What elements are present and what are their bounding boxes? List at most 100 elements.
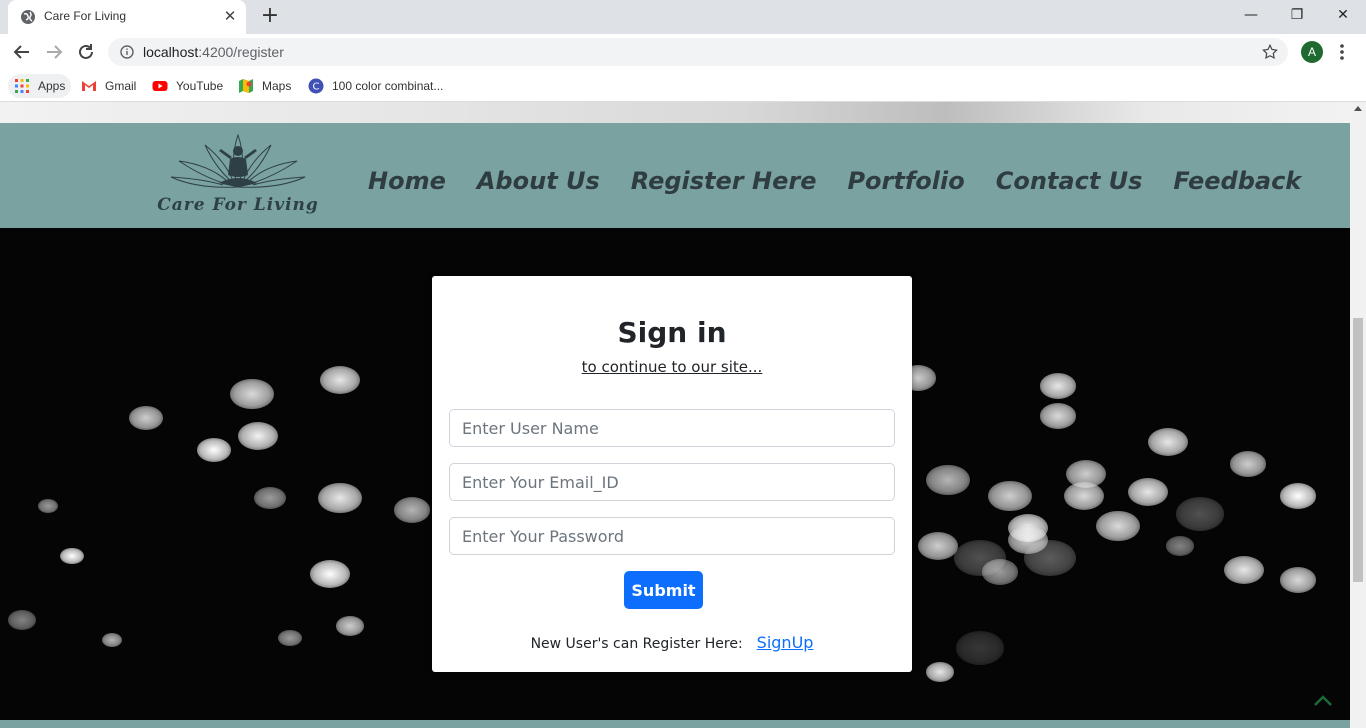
- browser-tabstrip: Care For Living ✕ + — ❐ ✕: [0, 0, 1366, 34]
- bokeh-light: [394, 497, 430, 523]
- bokeh-light: [238, 422, 278, 450]
- bokeh-light: [102, 633, 122, 647]
- password-input[interactable]: [449, 517, 895, 555]
- bokeh-light: [310, 560, 350, 588]
- bokeh-light: [1024, 539, 1076, 577]
- bokeh-light: [1166, 536, 1194, 556]
- bokeh-light: [1096, 510, 1140, 542]
- site-logo[interactable]: Care For Living: [157, 131, 319, 221]
- bookmark-apps[interactable]: Apps: [8, 74, 72, 98]
- forward-arrow-icon[interactable]: [42, 40, 66, 64]
- nav-about-us[interactable]: About Us: [477, 167, 600, 195]
- footer-strip: [0, 720, 1350, 728]
- submit-button[interactable]: Submit: [624, 571, 703, 609]
- username-input[interactable]: [449, 409, 895, 447]
- bokeh-light: [1064, 482, 1104, 510]
- nav-home[interactable]: Home: [368, 167, 446, 195]
- bookmark-star-icon[interactable]: [1261, 43, 1279, 61]
- bokeh-light: [254, 486, 286, 510]
- bokeh-light: [988, 480, 1032, 512]
- url-host: localhost: [143, 44, 199, 60]
- minimize-button[interactable]: —: [1228, 0, 1274, 30]
- nav-register-here[interactable]: Register Here: [631, 167, 817, 195]
- bokeh-light: [320, 366, 360, 394]
- browser-tab[interactable]: Care For Living ✕: [8, 0, 246, 34]
- more-menu-icon[interactable]: [1336, 42, 1348, 62]
- bokeh-light: [1280, 567, 1316, 593]
- bokeh-light: [918, 532, 958, 560]
- bokeh-light: [1280, 483, 1316, 509]
- bokeh-light: [1230, 451, 1266, 477]
- bokeh-light: [336, 616, 364, 636]
- bokeh-light: [38, 499, 58, 513]
- bokeh-light: [8, 610, 36, 630]
- signin-card: Sign in to continue to our site... Submi…: [432, 276, 912, 672]
- url-text: localhost:4200/register: [143, 44, 284, 60]
- youtube-icon: [152, 81, 168, 91]
- logo-text: Care For Living: [157, 195, 319, 215]
- bookmark-label: Maps: [262, 79, 292, 93]
- page-viewport: Care For Living Home About Us Register H…: [0, 102, 1350, 728]
- profile-avatar[interactable]: A: [1301, 41, 1323, 63]
- chevron-up-icon[interactable]: [1312, 692, 1334, 708]
- bookmarks-bar: Apps Gmail YouTube Maps C 100 color comb…: [0, 70, 1366, 102]
- bokeh-light: [60, 547, 84, 565]
- bokeh-light: [230, 378, 274, 410]
- bookmark-label: Apps: [38, 79, 66, 93]
- header-banner-strip: [0, 102, 1350, 123]
- bokeh-light: [1040, 373, 1076, 399]
- bokeh-light: [926, 662, 954, 682]
- main-navigation: Home About Us Register Here Portfolio Co…: [368, 167, 1332, 195]
- signin-subtitle: to continue to our site...: [581, 358, 763, 376]
- browser-toolbar: localhost:4200/register A: [0, 34, 1366, 70]
- c-favicon-icon: C: [308, 78, 324, 94]
- bokeh-light: [278, 629, 302, 647]
- bokeh-light: [1040, 403, 1076, 429]
- bokeh-light: [197, 438, 231, 462]
- bookmark-label: YouTube: [176, 79, 224, 93]
- svg-text:C: C: [313, 82, 320, 93]
- bookmark-gmail[interactable]: Gmail: [81, 74, 136, 98]
- register-prompt-line: New User's can Register Here: SignUp: [432, 633, 912, 652]
- site-navbar: Care For Living Home About Us Register H…: [0, 123, 1350, 228]
- bokeh-light: [1176, 497, 1224, 531]
- nav-feedback[interactable]: Feedback: [1173, 167, 1301, 195]
- scroll-thumb[interactable]: [1353, 318, 1363, 582]
- bookmark-label: Gmail: [105, 79, 137, 93]
- bookmark-label: 100 color combinat...: [332, 79, 444, 93]
- tab-title: Care For Living: [44, 9, 127, 23]
- gmail-icon: [82, 81, 96, 91]
- bokeh-light: [318, 482, 362, 514]
- tab-close-icon[interactable]: ✕: [222, 8, 238, 24]
- nav-portfolio[interactable]: Portfolio: [847, 167, 964, 195]
- bokeh-light: [1224, 556, 1264, 584]
- bookmark-color-combinations[interactable]: C 100 color combinat...: [308, 74, 443, 98]
- bokeh-light: [1148, 428, 1188, 456]
- apps-grid-icon: [15, 79, 29, 93]
- restore-button[interactable]: ❐: [1274, 0, 1320, 30]
- bokeh-light: [926, 464, 970, 496]
- lotus-meditation-icon: [170, 133, 306, 188]
- maps-icon: [239, 79, 253, 93]
- url-path: :4200/register: [198, 44, 284, 60]
- bokeh-light: [1128, 478, 1168, 506]
- address-bar[interactable]: localhost:4200/register: [108, 38, 1288, 66]
- back-arrow-icon[interactable]: [10, 40, 34, 64]
- reload-icon[interactable]: [74, 40, 98, 64]
- email-input[interactable]: [449, 463, 895, 501]
- info-icon[interactable]: [120, 45, 134, 59]
- page-scrollbar[interactable]: [1350, 102, 1366, 728]
- new-tab-button[interactable]: +: [258, 5, 282, 29]
- bokeh-light: [129, 406, 163, 430]
- register-prompt: New User's can Register Here:: [530, 636, 743, 652]
- scroll-up-arrow-icon[interactable]: [1354, 106, 1362, 111]
- signup-link[interactable]: SignUp: [757, 633, 814, 652]
- signin-title: Sign in: [617, 316, 727, 349]
- globe-icon: [21, 10, 35, 24]
- nav-contact-us[interactable]: Contact Us: [996, 167, 1143, 195]
- bokeh-light: [956, 631, 1004, 665]
- bookmark-maps[interactable]: Maps: [238, 74, 291, 98]
- bookmark-youtube[interactable]: YouTube: [152, 74, 223, 98]
- bokeh-light: [954, 539, 1006, 577]
- close-window-button[interactable]: ✕: [1320, 0, 1366, 30]
